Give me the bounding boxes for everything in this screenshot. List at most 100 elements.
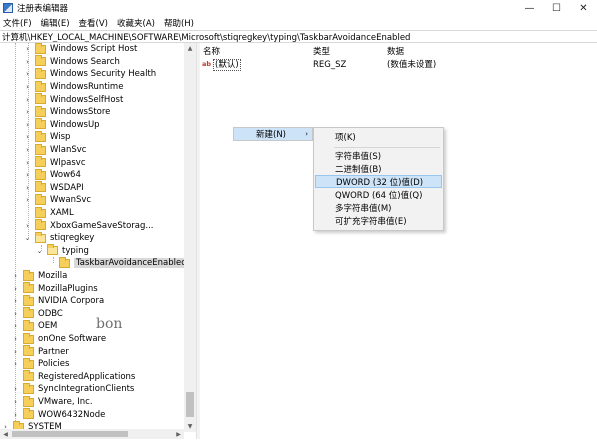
submenu-item-expandable-string-value[interactable]: 可扩充字符串值(E) bbox=[315, 214, 442, 227]
tree-item[interactable]: › Windows Script Host bbox=[24, 43, 137, 56]
folder-icon bbox=[35, 193, 46, 205]
vertical-scroll-thumb[interactable] bbox=[186, 392, 194, 417]
folder-icon bbox=[35, 206, 46, 218]
tree-item[interactable]: › WindowsStore bbox=[24, 105, 110, 119]
scroll-left-arrow-icon[interactable]: ◀ bbox=[0, 429, 11, 439]
folder-icon bbox=[35, 156, 46, 168]
menu-help[interactable]: 帮助(H) bbox=[164, 17, 194, 29]
value-row[interactable]: ab (默认) REG_SZ (数值未设置) bbox=[200, 59, 597, 71]
maximize-button[interactable]: ☐ bbox=[543, 0, 570, 16]
tree-item[interactable]: ⌄ typing bbox=[36, 244, 89, 258]
tree-item[interactable]: › WlanSvc bbox=[24, 143, 87, 157]
expand-chevron-icon[interactable]: › bbox=[24, 171, 31, 180]
tree-item-label: WwanSvc bbox=[50, 195, 92, 206]
submenu-item-qword-value[interactable]: QWORD (64 位)值(Q) bbox=[315, 188, 442, 201]
tree-item[interactable]: › Windows Security Health bbox=[24, 67, 156, 81]
expand-chevron-icon[interactable]: › bbox=[24, 120, 31, 129]
tree-item[interactable]: › XboxGameSaveStorag... bbox=[24, 219, 154, 232]
tree-item[interactable]: XAML bbox=[24, 206, 74, 220]
context-menu-new[interactable]: 新建(N) › bbox=[234, 128, 312, 140]
expand-chevron-icon[interactable]: › bbox=[24, 57, 31, 66]
values-pane[interactable]: 名称 类型 数据 ab (默认) REG_SZ (数值未设置) bbox=[200, 43, 597, 439]
column-header-data[interactable]: 数据 bbox=[387, 45, 404, 57]
tree-item[interactable]: › Wow64 bbox=[24, 168, 81, 182]
column-header-type[interactable]: 类型 bbox=[313, 45, 330, 57]
expand-chevron-icon[interactable]: › bbox=[12, 272, 19, 281]
column-header-name[interactable]: 名称 bbox=[203, 45, 220, 57]
submenu-separator bbox=[334, 147, 440, 148]
expand-chevron-icon[interactable]: › bbox=[24, 108, 31, 117]
value-data: (数值未设置) bbox=[387, 60, 437, 70]
expand-chevron-icon[interactable]: › bbox=[12, 410, 19, 419]
submenu-item-binary-value[interactable]: 二进制值(B) bbox=[315, 162, 442, 175]
menu-file[interactable]: 文件(F) bbox=[3, 17, 32, 29]
address-bar[interactable]: 计算机\HKEY_LOCAL_MACHINE\SOFTWARE\Microsof… bbox=[0, 30, 597, 43]
tree-item[interactable]: › VMware, Inc. bbox=[12, 395, 93, 409]
expand-chevron-icon[interactable]: › bbox=[12, 284, 19, 293]
tree-item[interactable]: › WindowsUp bbox=[24, 118, 100, 132]
expand-chevron-icon[interactable]: › bbox=[12, 360, 19, 369]
title-bar: 注册表编辑器 — ☐ ✕ bbox=[0, 0, 597, 16]
tree-item[interactable]: › Policies bbox=[12, 357, 69, 371]
expand-chevron-icon[interactable]: › bbox=[24, 158, 31, 167]
expand-chevron-icon[interactable]: › bbox=[12, 297, 19, 306]
tree-item[interactable]: › WSDAPI bbox=[24, 181, 84, 195]
context-menu-new-label: 新建(N) bbox=[256, 130, 286, 140]
tree-vertical-scrollbar[interactable]: ▲ ▼ bbox=[184, 43, 196, 432]
expand-chevron-icon[interactable]: › bbox=[24, 133, 31, 142]
expand-chevron-icon[interactable]: › bbox=[24, 95, 31, 104]
expand-chevron-icon[interactable]: › bbox=[12, 335, 19, 344]
tree-item[interactable]: › onOne Software bbox=[12, 332, 106, 346]
expand-chevron-icon[interactable]: › bbox=[24, 83, 31, 92]
tree-horizontal-scrollbar[interactable]: ◀ ▶ bbox=[0, 429, 184, 439]
tree-item-label: WlanSvc bbox=[50, 145, 87, 156]
expand-chevron-icon[interactable]: › bbox=[24, 183, 31, 192]
expand-chevron-icon[interactable]: › bbox=[12, 309, 19, 318]
menu-edit[interactable]: 编辑(E) bbox=[41, 17, 70, 29]
scroll-up-arrow-icon[interactable]: ▲ bbox=[184, 43, 196, 54]
expand-chevron-icon[interactable]: › bbox=[24, 45, 31, 54]
minimize-button[interactable]: — bbox=[516, 0, 543, 16]
submenu-item-dword-value[interactable]: DWORD (32 位)值(D) bbox=[315, 175, 442, 188]
collapse-chevron-icon[interactable]: ⌄ bbox=[24, 234, 31, 243]
tree-item[interactable]: › NVIDIA Corpora bbox=[12, 294, 104, 308]
menu-view[interactable]: 查看(V) bbox=[79, 17, 108, 29]
expand-chevron-icon[interactable]: › bbox=[24, 70, 31, 79]
tree-item-label: WOW6432Node bbox=[38, 409, 106, 420]
expand-chevron-icon[interactable]: › bbox=[24, 221, 31, 230]
tree-item[interactable]: RegisteredApplications bbox=[12, 370, 135, 384]
tree-item-label: XAML bbox=[50, 208, 74, 219]
tree-item[interactable]: › ODBC bbox=[12, 307, 63, 321]
tree-item[interactable]: › Mozilla bbox=[12, 269, 67, 283]
tree-item[interactable]: › MozillaPlugins bbox=[12, 282, 98, 295]
tree-item[interactable]: › OEM bbox=[12, 319, 57, 333]
expand-chevron-icon[interactable]: › bbox=[24, 196, 31, 205]
expand-chevron-icon[interactable]: › bbox=[12, 322, 19, 331]
tree-item-label: MozillaPlugins bbox=[38, 283, 98, 294]
tree-item[interactable]: › Partner bbox=[12, 345, 69, 358]
tree-item[interactable]: › Windows Search bbox=[24, 55, 120, 69]
expand-chevron-icon[interactable]: › bbox=[24, 146, 31, 155]
tree-item[interactable]: › WwanSvc bbox=[24, 193, 92, 207]
tree-item[interactable]: › SyncIntegrationClients bbox=[12, 382, 134, 396]
tree-item[interactable]: › WOW6432Node bbox=[12, 408, 105, 421]
scroll-down-arrow-icon[interactable]: ▼ bbox=[184, 421, 196, 432]
scroll-right-arrow-icon[interactable]: ▶ bbox=[173, 429, 184, 439]
submenu-item-key[interactable]: 项(K) bbox=[315, 130, 442, 143]
expand-chevron-icon[interactable]: › bbox=[12, 347, 19, 356]
context-menu: 新建(N) › bbox=[233, 127, 313, 141]
tree-item[interactable]: TaskbarAvoidanceEnabled bbox=[48, 256, 189, 270]
expand-chevron-icon[interactable]: › bbox=[12, 398, 19, 407]
expand-chevron-icon[interactable]: › bbox=[12, 385, 19, 394]
menu-favorites[interactable]: 收藏夹(A) bbox=[117, 17, 155, 29]
close-button[interactable]: ✕ bbox=[570, 0, 597, 16]
submenu-item-string-value[interactable]: 字符串值(S) bbox=[315, 149, 442, 162]
submenu-item-multi-string-value[interactable]: 多字符串值(M) bbox=[315, 201, 442, 214]
tree-item[interactable]: › WindowsRuntime bbox=[24, 80, 123, 94]
tree-item[interactable]: › Wisp bbox=[24, 130, 70, 144]
horizontal-scroll-thumb[interactable] bbox=[12, 431, 128, 437]
tree-item[interactable]: › WindowsSelfHost bbox=[24, 93, 123, 106]
tree-item[interactable]: › Wlpasvc bbox=[24, 156, 86, 169]
tree-item[interactable]: ⌄ stiqregkey bbox=[24, 231, 94, 245]
collapse-chevron-icon[interactable]: ⌄ bbox=[36, 246, 43, 255]
